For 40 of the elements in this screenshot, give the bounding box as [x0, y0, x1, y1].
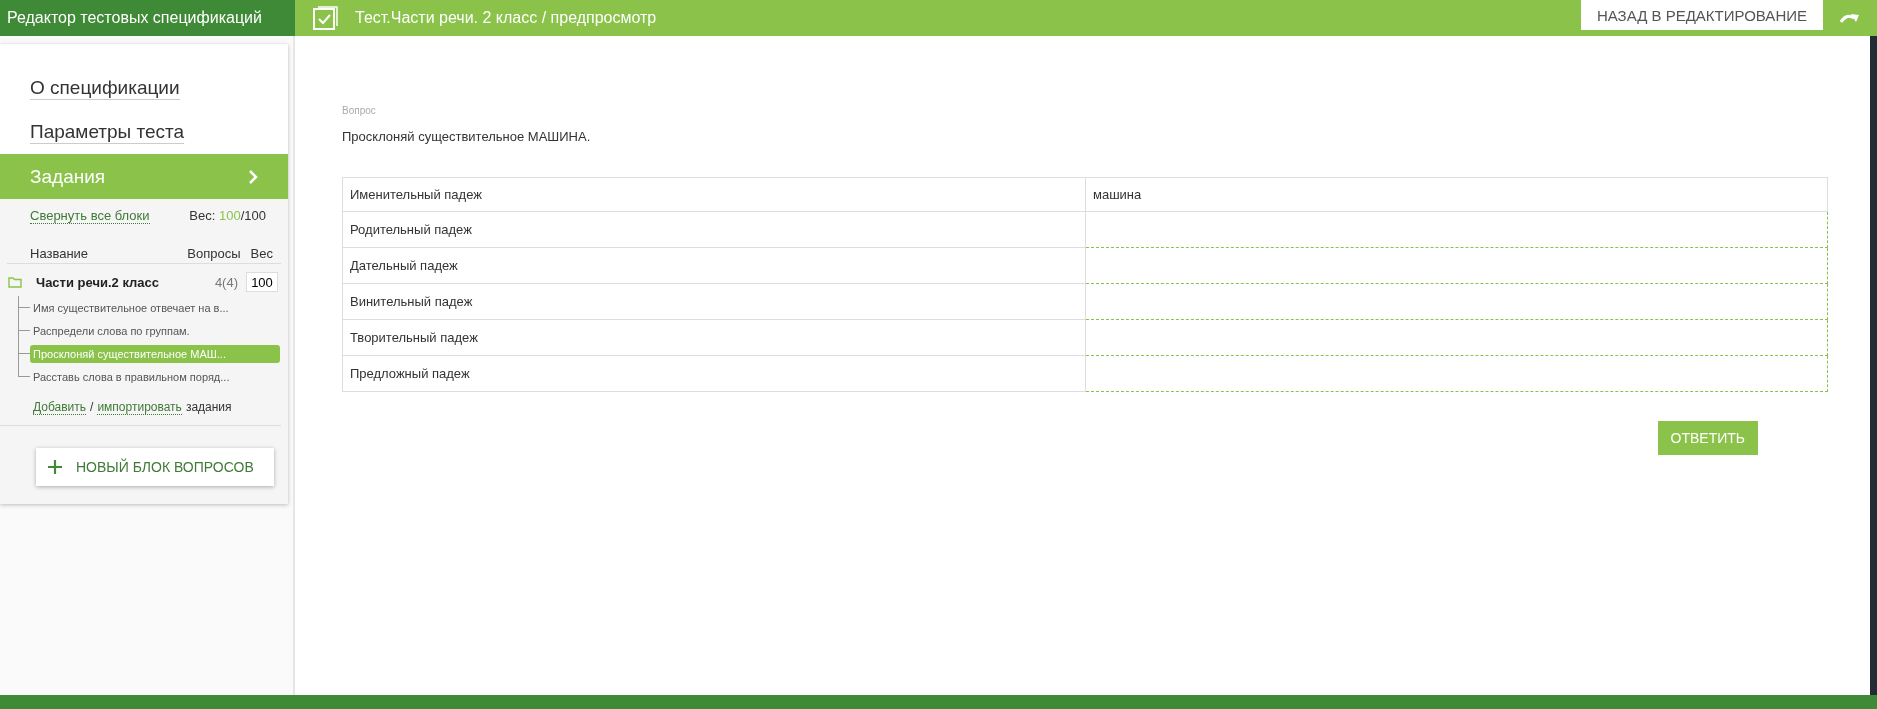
question-text: Просклоняй существительное МАШИНА.	[342, 129, 592, 144]
table-cell: машина	[1085, 177, 1828, 212]
tasks-text: задания	[185, 400, 232, 415]
task-item[interactable]: Распредели слова по группам.	[30, 321, 193, 340]
plus-icon	[48, 460, 62, 474]
table-cell: Именительный падеж	[342, 177, 1086, 212]
chevron-right-icon	[248, 168, 258, 185]
checklist-icon	[313, 5, 339, 31]
add-link[interactable]: Добавить	[33, 400, 87, 415]
block-weight-field[interactable]: 100	[246, 272, 278, 292]
new-block-button[interactable]: НОВЫЙ БЛОК ВОПРОСОВ	[36, 448, 274, 486]
table-cell: Предложный падеж	[342, 355, 1086, 392]
table-cell: Родительный падеж	[342, 211, 1086, 248]
task-item[interactable]: Расставь слова в правильном поряд...	[30, 367, 233, 386]
app-title: Редактор тестовых спецификаций	[0, 0, 295, 36]
folder-icon	[8, 276, 22, 288]
back-to-edit-button[interactable]: НАЗАД В РЕДАКТИРОВАНИЕ	[1580, 0, 1823, 30]
sidebar-nav-item[interactable]: О спецификации	[0, 66, 288, 110]
answer-field[interactable]	[1085, 283, 1828, 320]
table-cell: Дательный падеж	[342, 247, 1086, 284]
redo-arrow-icon[interactable]	[1839, 11, 1861, 25]
answer-field[interactable]	[1085, 211, 1828, 248]
question-block-name[interactable]: Части речи.2 класс	[36, 274, 215, 290]
answer-field[interactable]	[1085, 319, 1828, 356]
answer-field[interactable]	[1085, 247, 1828, 284]
question-count: 4(4)	[214, 274, 238, 290]
answer-field[interactable]	[1085, 355, 1828, 392]
collapse-all-link[interactable]: Свернуть все блоки	[30, 208, 150, 224]
question-label: Вопрос	[342, 105, 377, 116]
task-item[interactable]: Имя существительное отвечает на в...	[30, 298, 232, 317]
separator-text: /	[90, 400, 94, 415]
column-header: Вопросы	[187, 246, 241, 261]
total-weight: Вес: 100/100	[189, 208, 266, 224]
table-cell: Творительный падеж	[342, 319, 1086, 356]
column-header: Название	[30, 246, 90, 261]
table-cell: Винительный падеж	[342, 283, 1086, 320]
page-title: Тест.Части речи. 2 класс / предпросмотр	[355, 9, 658, 27]
column-header: Вес	[250, 246, 273, 261]
sidebar-nav-item[interactable]: Параметры теста	[0, 110, 288, 154]
import-link[interactable]: импортировать	[97, 400, 182, 415]
